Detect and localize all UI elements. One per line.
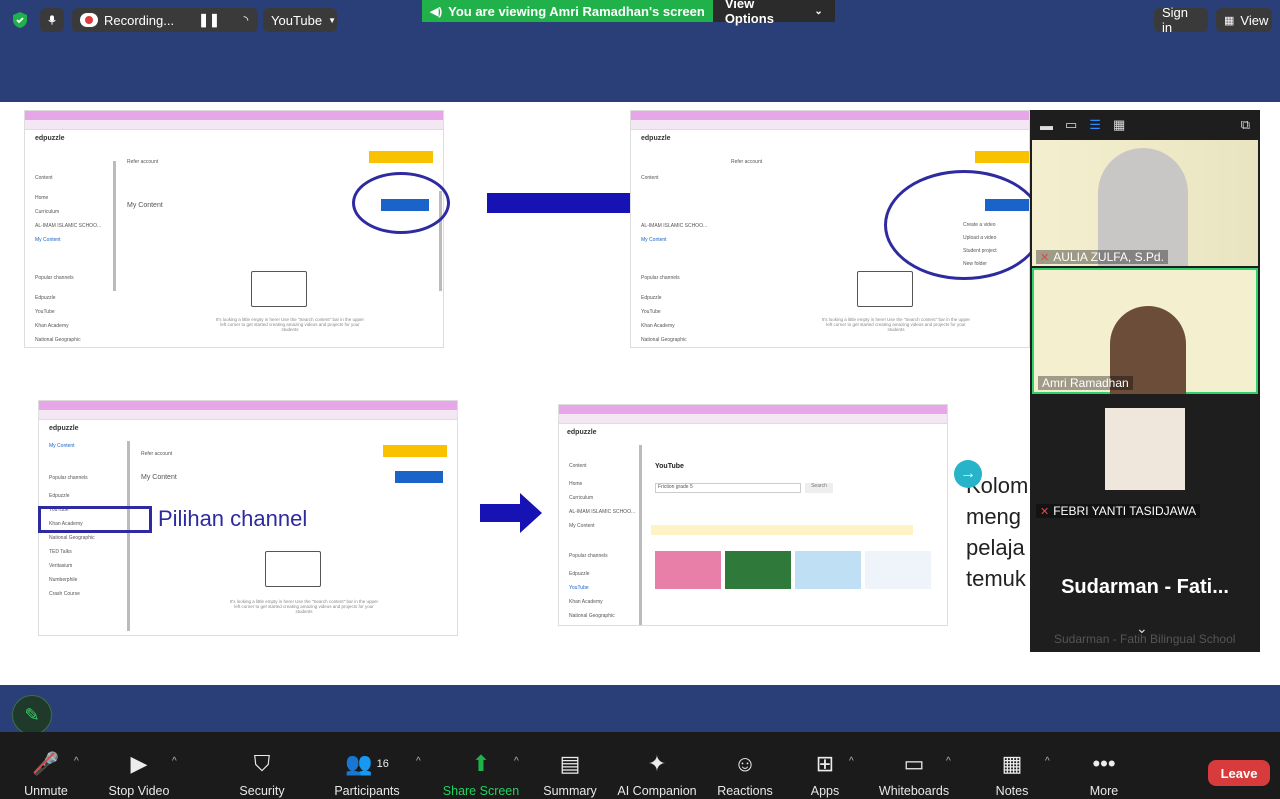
video-gallery-panel: ▬ ▭ ☰ ▦ ⧉ ✕ AULIA ZULFA, S.Pd. Amri Rama… (1030, 110, 1260, 652)
exit-panel-icon[interactable]: ⧉ (1241, 117, 1250, 133)
share-options-caret[interactable]: ^ (514, 756, 519, 767)
whiteboard-icon: ▭ (903, 751, 925, 776)
view-options-label: View Options (724, 0, 774, 26)
participants-icon: 👥 16 (345, 751, 389, 776)
youtube-logo: YouTube (655, 463, 684, 470)
participants-button[interactable]: 👥 16 Participants (317, 748, 417, 799)
edpuzzle-youtube-screenshot: edpuzzle Content Home Curriculum AL-IMAM… (558, 404, 948, 626)
participant-tile-2[interactable]: Amri Ramadhan (1032, 268, 1258, 394)
view-options-button[interactable]: View Options ⌄ (712, 0, 835, 26)
live-stream-icon[interactable]: ◝ (234, 8, 258, 32)
security-shield-icon[interactable] (8, 8, 32, 32)
recording-indicator[interactable]: Recording... ❚❚ (72, 8, 252, 32)
arrow-right-icon-2 (480, 504, 520, 522)
gallery-controls: ▬ ▭ ☰ ▦ ⧉ (1030, 110, 1260, 140)
pilihan-channel-label: Pilihan channel (158, 506, 308, 531)
microphone-icon[interactable] (40, 8, 64, 32)
top-bar: Recording... ❚❚ ◝ YouTube ▼ ◀) You are v… (0, 0, 1280, 40)
grid-view-icon: ▦ (1224, 14, 1235, 27)
annotate-pen-icon[interactable]: ✎ (12, 695, 52, 735)
notes-options-caret[interactable]: ^ (1045, 756, 1050, 767)
microphone-muted-icon: 🎤 (32, 751, 60, 776)
sign-in-button[interactable]: Sign in (1154, 5, 1208, 35)
participant-name: Amri Ramadhan (1042, 376, 1129, 390)
zoom-meeting-window: Recording... ❚❚ ◝ YouTube ▼ ◀) You are v… (0, 0, 1280, 799)
participant-name: FEBRI YANTI TASIDJAWA (1053, 504, 1197, 518)
share-screen-icon: ⬆ (471, 751, 491, 776)
participant-name: AULIA ZULFA, S.Pd. (1053, 250, 1164, 264)
youtube-stream-dropdown[interactable]: YouTube ▼ (263, 8, 337, 32)
view-button[interactable]: ▦ View (1216, 8, 1272, 32)
caret-down-icon: ▼ (328, 15, 337, 25)
view-label: View (1240, 12, 1269, 28)
muted-mic-icon: ✕ (1040, 505, 1050, 518)
apps-icon: ⊞ (815, 751, 835, 776)
shield-icon: ⛉ (253, 751, 271, 776)
viewing-banner: ◀) You are viewing Amri Ramadhan's scree… (422, 0, 835, 26)
whiteboards-options-caret[interactable]: ^ (946, 756, 951, 767)
minimize-icon[interactable]: ▬ (1040, 118, 1053, 133)
participants-count: 16 (376, 758, 389, 770)
my-content-heading: My Content (127, 202, 163, 209)
recording-label: Recording... (104, 12, 175, 28)
highlight-circle-2 (884, 170, 1044, 280)
video-thumbnail-1 (655, 551, 721, 589)
youtube-label: YouTube (271, 12, 323, 28)
apps-options-caret[interactable]: ^ (849, 756, 854, 767)
speaker-view-icon[interactable]: ▭ (1065, 117, 1077, 133)
muted-mic-icon: ✕ (1040, 251, 1050, 264)
next-slide-arrow-icon[interactable]: → (954, 460, 982, 488)
unmute-button[interactable]: 🎤 Unmute (0, 748, 96, 799)
sign-in-label: Sign in (1162, 5, 1189, 35)
smiley-icon: ☺ (733, 751, 757, 776)
participant-bottom-name: Sudarman - Fatih Bilingual School (1054, 632, 1236, 646)
video-thumbnail-3 (795, 551, 861, 589)
empty-folder-illustration (251, 271, 307, 307)
slide-description-text: Kolom meng pelaja temuk (966, 473, 1029, 591)
participants-options-caret[interactable]: ^ (416, 756, 421, 767)
summary-icon: ▤ (559, 751, 581, 776)
refer-button (369, 151, 433, 163)
sparkle-icon: ✦ (647, 751, 667, 776)
participant-tile-3[interactable]: ✕ FEBRI YANTI TASIDJAWA (1032, 398, 1258, 524)
viewing-text: You are viewing Amri Ramadhan's screen (448, 3, 705, 19)
video-options-caret[interactable]: ^ (172, 756, 177, 767)
video-thumbnail-4 (865, 551, 931, 589)
empty-text: It's looking a little empty in here! Use… (215, 317, 365, 332)
gallery-grid-icon[interactable]: ▦ (1113, 117, 1125, 133)
avatar (1098, 148, 1188, 266)
gallery-strip-icon[interactable]: ☰ (1089, 117, 1101, 133)
leave-button[interactable]: Leave (1208, 760, 1270, 786)
pause-recording-icon[interactable]: ❚❚ (198, 12, 220, 28)
notes-icon: ▦ (1001, 751, 1023, 776)
more-button[interactable]: ••• More (1054, 748, 1154, 799)
speaker-icon: ◀) (430, 5, 443, 18)
participant-name-large: Sudarman - Fati... (1061, 576, 1229, 598)
highlight-circle (352, 172, 450, 234)
youtube-highlight-box (38, 506, 152, 533)
ai-companion-button[interactable]: ✦ AI Companion (607, 748, 707, 799)
edpuzzle-logo: edpuzzle (35, 135, 65, 142)
video-thumbnail-2 (725, 551, 791, 589)
audio-options-caret[interactable]: ^ (74, 756, 79, 767)
youtube-search-button: Search (805, 483, 833, 493)
more-dots-icon: ••• (1092, 751, 1116, 776)
chevron-down-icon: ⌄ (814, 5, 823, 17)
apps-button[interactable]: ⊞ Apps (775, 748, 875, 799)
participant-tile-1[interactable]: ✕ AULIA ZULFA, S.Pd. (1032, 140, 1258, 266)
participant-tile-4[interactable]: Sudarman - Fati... ⌄ Sudarman - Fatih Bi… (1032, 526, 1258, 652)
summary-button[interactable]: ▤ Summary (520, 748, 620, 799)
viewing-status: ◀) You are viewing Amri Ramadhan's scree… (422, 0, 713, 22)
security-button[interactable]: ⛉ Security (212, 748, 312, 799)
youtube-search-field: Friction grade 5 (655, 483, 801, 493)
cloud-record-icon (80, 13, 98, 27)
video-camera-icon: ▶ (130, 751, 148, 776)
avatar (1105, 408, 1185, 490)
